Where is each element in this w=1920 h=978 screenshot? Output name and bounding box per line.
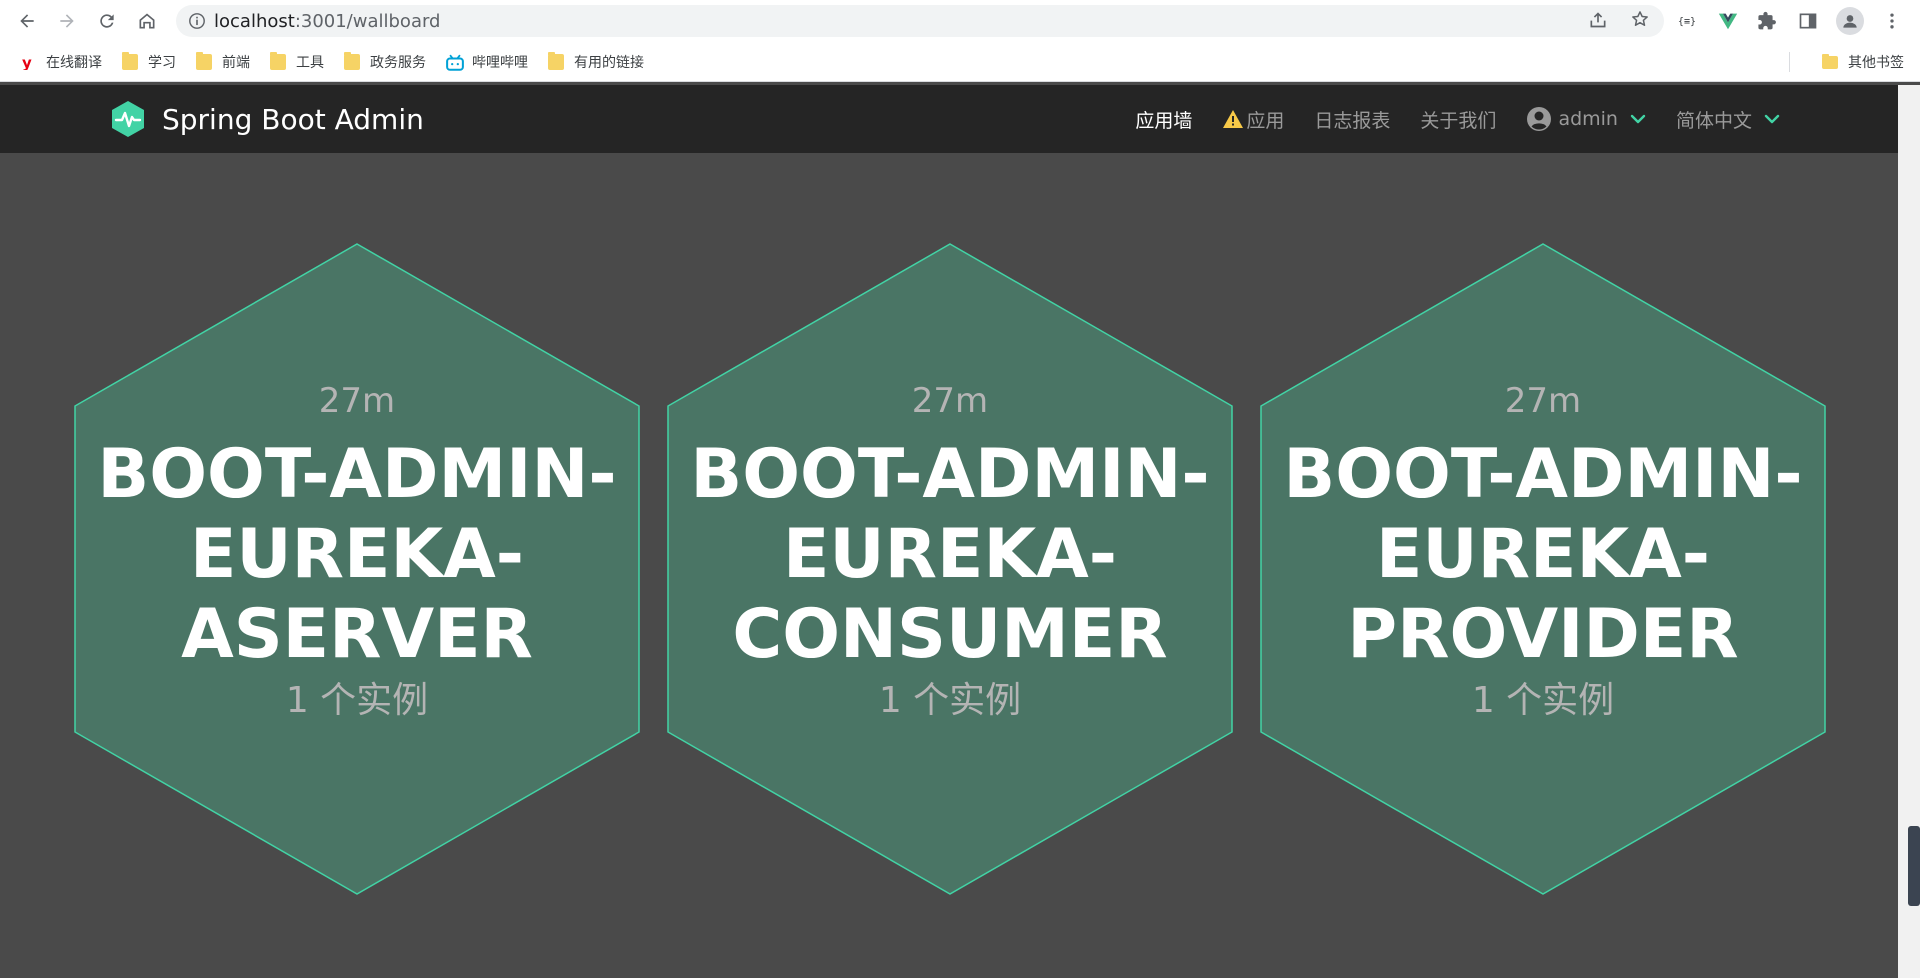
back-icon[interactable] [10,4,44,38]
site-info-icon[interactable] [188,12,206,30]
application-name-line: PROVIDER [1347,595,1739,674]
folder-icon [1822,53,1838,69]
bookmark-study[interactable]: 学习 [122,48,176,76]
wallboard: 27m BOOT-ADMIN- EUREKA- ASERVER 1 个实例 27… [0,153,1898,978]
bookmark-gov-services[interactable]: 政务服务 [344,48,426,76]
application-content: 27m BOOT-ADMIN- EUREKA- ASERVER 1 个实例 [74,243,640,895]
application-content: 27m BOOT-ADMIN- EUREKA- CONSUMER 1 个实例 [667,243,1233,895]
browser-nav-buttons [10,4,164,38]
bookmark-label: 前端 [222,54,250,71]
main-nav: 应用墙 应用 日志报表 关于我们 admin 简体中文 [1105,85,1780,153]
application-instances: 1 个实例 [1471,680,1615,721]
nav-applications[interactable]: 应用 [1222,106,1284,133]
bookmark-translate[interactable]: y 在线翻译 [20,48,102,76]
svg-text:{≡}: {≡} [1678,17,1696,28]
address-bar[interactable]: localhost:3001/wallboard [176,5,1664,37]
bookmark-label: 在线翻译 [46,54,102,71]
application-content: 27m BOOT-ADMIN- EUREKA- PROVIDER 1 个实例 [1260,243,1826,895]
chevron-down-icon [1630,114,1646,124]
application-name: BOOT-ADMIN- EUREKA- CONSUMER [690,435,1209,675]
folder-icon [344,51,360,70]
vue-devtools-icon[interactable] [1716,9,1740,33]
other-bookmarks-label: 其他书签 [1848,55,1904,71]
application-name: BOOT-ADMIN- EUREKA- PROVIDER [1283,435,1802,675]
application-name-line: BOOT-ADMIN- [1283,435,1803,514]
bookmark-star-icon[interactable] [1630,9,1650,33]
application-name-line: EUREKA- [782,515,1117,594]
brand-name: Spring Boot Admin [162,102,424,136]
folder-icon [548,51,564,70]
url-text[interactable]: localhost:3001/wallboard [214,11,440,32]
bookmark-bilibili[interactable]: 哔哩哔哩 [446,48,528,76]
warning-icon [1223,110,1244,128]
application-hex[interactable]: 27m BOOT-ADMIN- EUREKA- CONSUMER 1 个实例 [667,243,1233,895]
json-extension-icon[interactable]: {≡} [1676,9,1700,33]
bookmark-useful-links[interactable]: 有用的链接 [548,48,644,76]
extensions-area: {≡} [1676,0,1904,42]
browser-menu-icon[interactable] [1880,9,1904,33]
application-instances: 1 个实例 [285,680,429,721]
folder-icon [270,51,286,70]
language-label: 简体中文 [1675,109,1752,132]
application-name-line: CONSUMER [732,595,1168,674]
svg-text:y: y [22,54,32,70]
bookmark-label: 哔哩哔哩 [472,54,528,71]
application-uptime: 27m [1504,381,1582,421]
application-uptime: 27m [911,381,989,421]
bookmarks-separator [1789,52,1790,72]
reload-icon[interactable] [90,4,124,38]
url-host: localhost [214,10,295,32]
nav-about-label: 关于我们 [1420,109,1497,132]
application-name-line: BOOT-ADMIN- [97,435,617,514]
application-name-line: EUREKA- [1375,515,1710,594]
application-instances: 1 个实例 [878,680,1022,721]
nav-applications-label: 应用 [1246,109,1285,132]
other-bookmarks[interactable]: 其他书签 [1822,48,1904,76]
application-uptime: 27m [318,381,396,421]
nav-journal[interactable]: 日志报表 [1314,106,1390,133]
forward-icon[interactable] [50,4,84,38]
youdao-icon: y [20,54,36,72]
application-name-line: EUREKA- [189,515,524,594]
app-navbar: Spring Boot Admin 应用墙 应用 日志报表 关于我们 admin… [0,85,1898,153]
folder-icon [122,51,138,70]
profile-avatar-icon[interactable] [1836,7,1864,35]
application-name: BOOT-ADMIN- EUREKA- ASERVER [97,435,616,675]
browser-toolbar: localhost:3001/wallboard {≡} [0,0,1920,42]
nav-wallboard-label: 应用墙 [1135,109,1193,132]
language-menu[interactable]: 简体中文 [1676,106,1780,133]
bookmark-label: 工具 [296,54,324,71]
application-hex[interactable]: 27m BOOT-ADMIN- EUREKA- PROVIDER 1 个实例 [1260,243,1826,895]
bookmark-label: 有用的链接 [574,54,644,71]
spring-boot-admin-logo-icon [112,101,144,137]
application-hex[interactable]: 27m BOOT-ADMIN- EUREKA- ASERVER 1 个实例 [74,243,640,895]
application-name-line: BOOT-ADMIN- [690,435,1210,514]
bilibili-icon [446,54,464,71]
scrollbar-thumb[interactable] [1908,826,1920,906]
folder-icon [196,51,212,70]
nav-about[interactable]: 关于我们 [1420,106,1496,133]
brand[interactable]: Spring Boot Admin [108,99,424,139]
side-panel-icon[interactable] [1796,9,1820,33]
address-bar-actions [1588,5,1650,37]
user-name: admin [1558,108,1618,130]
home-icon[interactable] [130,4,164,38]
bookmark-frontend[interactable]: 前端 [196,48,250,76]
bookmark-tools[interactable]: 工具 [270,48,324,76]
bookmarks-bar: y 在线翻译 学习 前端 工具 政务服务 哔哩哔哩 有用的链接 其他书签 [0,42,1920,82]
chevron-down-icon [1764,114,1780,124]
nav-wallboard[interactable]: 应用墙 [1135,106,1192,133]
share-icon[interactable] [1588,9,1608,33]
application-name-line: ASERVER [181,595,533,674]
user-menu[interactable]: admin [1526,106,1646,132]
url-path: :3001/wallboard [294,10,441,32]
puzzle-extensions-icon[interactable] [1756,9,1780,33]
bookmark-label: 学习 [148,54,176,71]
user-circle-icon [1527,107,1552,131]
nav-journal-label: 日志报表 [1314,109,1391,132]
bookmark-label: 政务服务 [370,54,426,71]
